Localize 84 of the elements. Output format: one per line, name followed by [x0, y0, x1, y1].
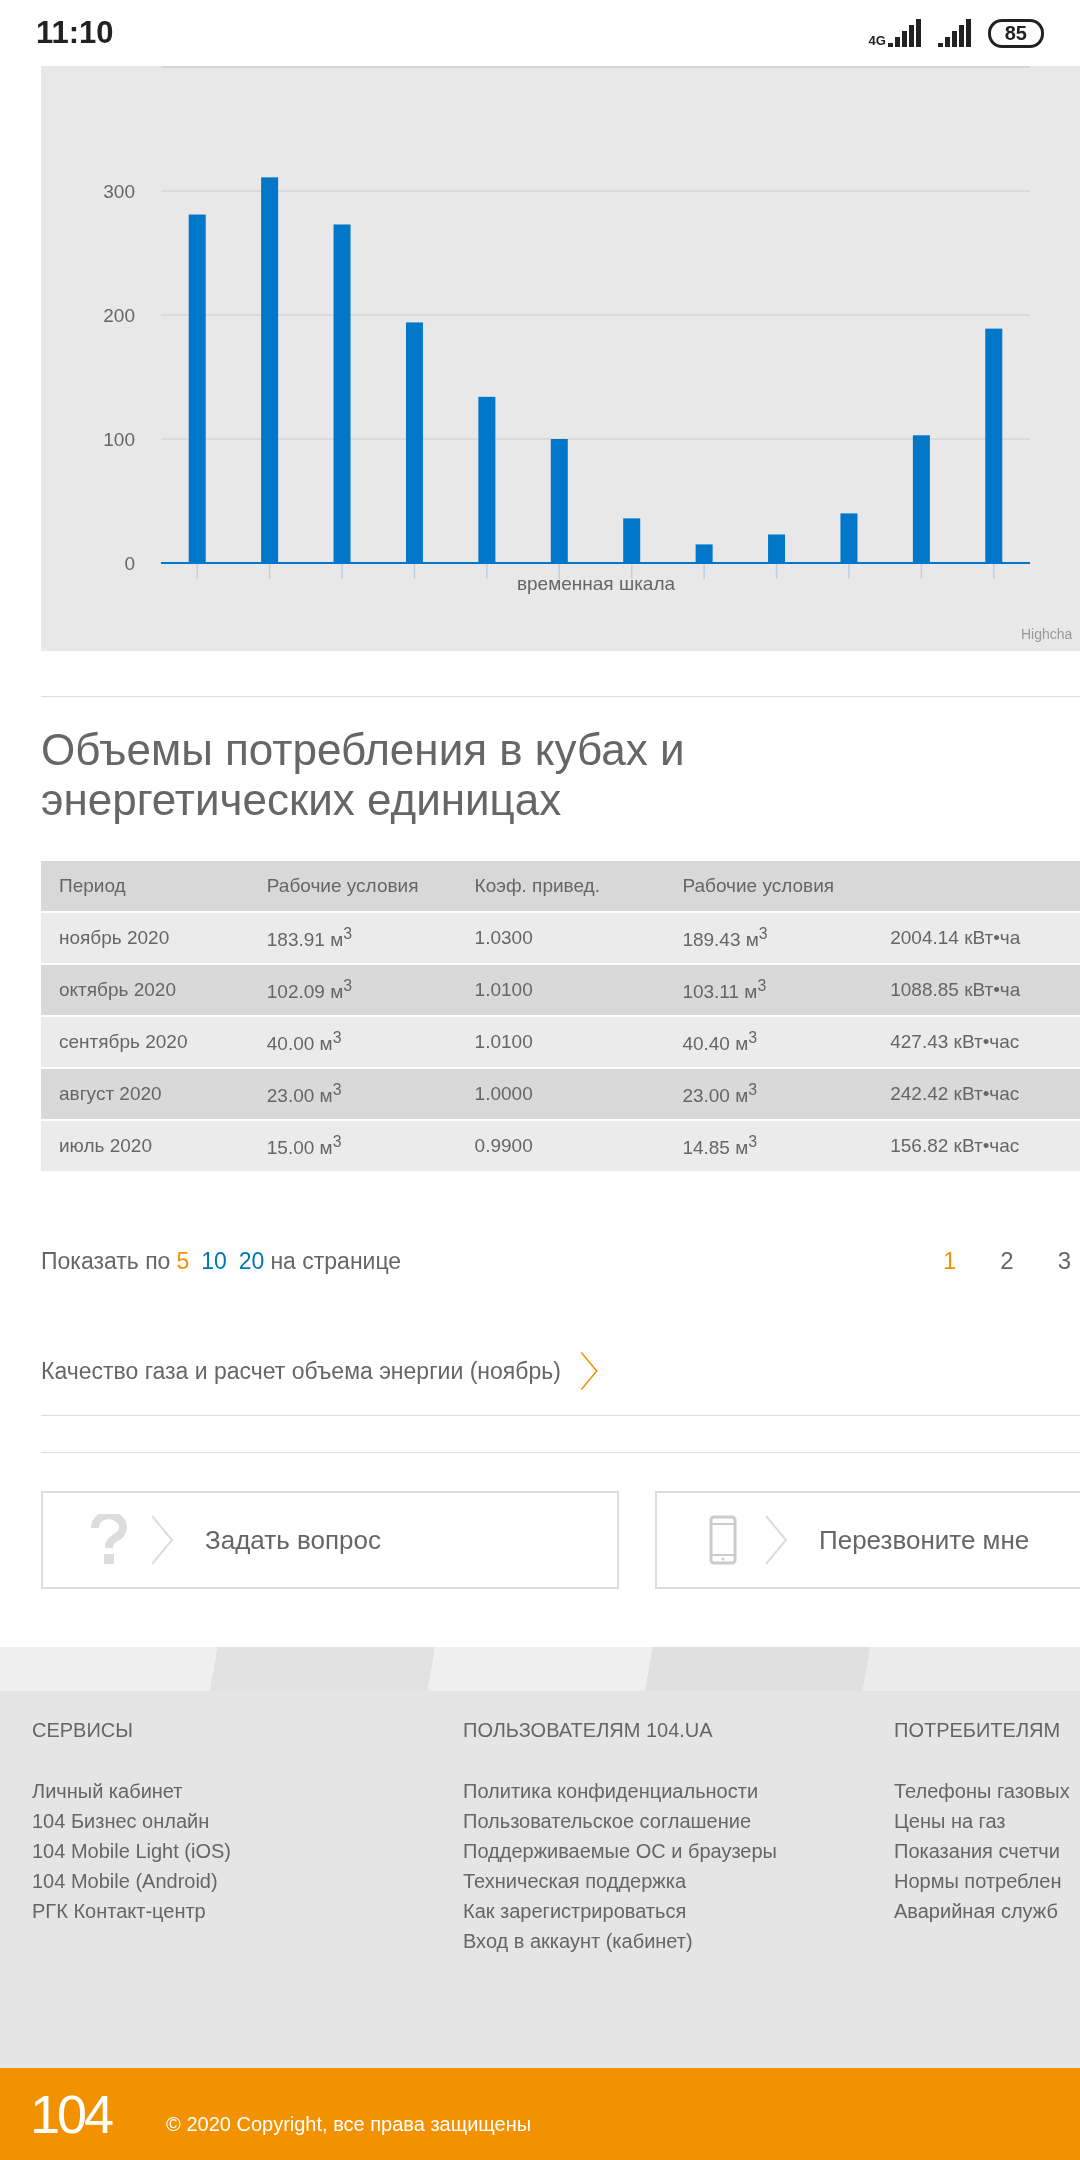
footer-link[interactable]: Цены на газ	[894, 1806, 1080, 1836]
footer-link[interactable]: Показания счетчи	[894, 1836, 1080, 1866]
table-cell: ноябрь 2020	[41, 912, 249, 964]
page-link[interactable]: 3	[1057, 1247, 1071, 1275]
table-cell: 1.0100	[456, 1016, 665, 1068]
table-cell: 23.00 м$^{3}$	[248, 1068, 457, 1120]
x-tick	[703, 562, 705, 580]
table-cell: июль 2020	[41, 1120, 249, 1171]
table-cell: 1.0100	[456, 964, 665, 1016]
table-cell: 40.00 м$^{3}$	[248, 1016, 457, 1068]
section-title: Объемы потребления в кубах и энергетических единицах	[41, 725, 686, 825]
question-mark-icon	[89, 1514, 129, 1566]
x-axis-title: временная шкала	[516, 573, 676, 594]
footer-link[interactable]: Вход в аккаунт (кабинет)	[463, 1926, 894, 1956]
table-cell: 1088.85 кВт•ча	[872, 964, 1080, 1016]
table-cell: 1.0000	[456, 1068, 665, 1120]
table-cell: 103.11 м$^{3}$	[664, 964, 873, 1016]
ask-question-button[interactable]: Задать вопрос	[41, 1491, 619, 1589]
footer-link[interactable]: Телефоны газовых	[894, 1776, 1080, 1806]
page-size-option[interactable]: 10	[201, 1247, 227, 1275]
smartphone-icon	[709, 1515, 737, 1565]
status-time: 11:10	[36, 15, 114, 51]
page-size-option[interactable]: 20	[238, 1247, 265, 1275]
table-cell: 23.00 м$^{3}$	[664, 1068, 873, 1120]
signal-icon	[937, 19, 974, 47]
footer-link[interactable]: Техническая поддержка	[463, 1866, 894, 1896]
table-cell: 242.42 кВт•час	[872, 1068, 1080, 1120]
site-logo[interactable]: 104	[30, 2083, 112, 2145]
bar	[768, 534, 786, 563]
page-link[interactable]: 2	[1000, 1247, 1014, 1275]
x-tick	[848, 562, 850, 580]
column-header: Рабочие условия	[248, 861, 457, 912]
table-cell: 1.0300	[456, 912, 665, 964]
footer-link[interactable]: Поддерживаемые ОС и браузеры	[463, 1836, 894, 1866]
footer-link[interactable]: Личный кабинет	[32, 1776, 463, 1806]
table-cell: 102.09 м$^{3}$	[248, 964, 457, 1016]
footer-link[interactable]: Нормы потреблен	[894, 1866, 1080, 1896]
column-header: Коэф. привед.	[456, 861, 665, 912]
table-cell: 2004.14 кВт•ча	[872, 912, 1080, 964]
gas-quality-link[interactable]: Качество газа и расчет объема энергии (ноябрь)	[41, 1341, 599, 1401]
footer-heading: ПОЛЬЗОВАТЕЛЯМ 104.UA	[463, 1719, 714, 1742]
page-link[interactable]: 1	[942, 1247, 957, 1275]
callback-button[interactable]: Перезвоните мне	[655, 1491, 1080, 1589]
battery-level: 85	[987, 18, 1044, 48]
table-cell: 40.40 м$^{3}$	[664, 1016, 873, 1068]
x-tick	[993, 562, 995, 580]
page-size-suffix: на странице	[270, 1247, 402, 1275]
footer-link[interactable]: Аварийная служб	[894, 1896, 1080, 1926]
x-tick	[341, 562, 343, 580]
footer-link[interactable]: 104 Бизнес онлайн	[32, 1806, 463, 1836]
y-tick-label: 0	[124, 553, 135, 574]
chart-credit[interactable]: Highcha	[1021, 626, 1073, 642]
column-header: Рабочие условия	[664, 861, 873, 912]
footer-link[interactable]: Пользовательское соглашение	[463, 1806, 894, 1836]
footer-heading: СЕРВИСЫ	[32, 1719, 134, 1742]
page-size-label: Показать по	[41, 1247, 171, 1275]
bar	[840, 513, 858, 563]
page-size-option[interactable]: 5	[176, 1247, 190, 1275]
x-tick	[486, 562, 488, 580]
footer-link[interactable]: Как зарегистрироваться	[463, 1896, 894, 1926]
table-cell: август 2020	[41, 1068, 249, 1120]
table-cell: 0.9900	[456, 1120, 665, 1171]
table-cell: октябрь 2020	[41, 964, 249, 1016]
table-cell: 14.85 м$^{3}$	[664, 1120, 873, 1171]
table-cell: 156.82 кВт•час	[872, 1120, 1080, 1171]
footer-link[interactable]: РГК Контакт-центр	[32, 1896, 463, 1926]
footer-link[interactable]: 104 Mobile Light (iOS)	[32, 1836, 463, 1866]
footer-heading: ПОТРЕБИТЕЛЯМ	[894, 1719, 1062, 1742]
footer-link[interactable]: Политика конфиденциальности	[463, 1776, 894, 1806]
y-tick-label: 100	[103, 429, 135, 450]
footer-link[interactable]: 104 Mobile (Android)	[32, 1866, 463, 1896]
column-header: Период	[41, 861, 249, 912]
table-cell: 189.43 м$^{3}$	[664, 912, 873, 964]
table-cell: 183.91 м$^{3}$	[248, 912, 457, 964]
y-tick-label: 200	[103, 305, 135, 326]
x-tick	[196, 562, 198, 580]
table-cell: 427.43 кВт•час	[872, 1016, 1080, 1068]
table-cell: 15.00 м$^{3}$	[248, 1120, 457, 1171]
bar	[623, 518, 641, 563]
signal-icon	[887, 19, 924, 47]
table-cell: сентябрь 2020	[41, 1016, 249, 1068]
y-tick-label: 300	[103, 181, 135, 202]
network-type: 4G	[868, 32, 886, 48]
copyright-text: © 2020 Copyright, все права защищены	[166, 2112, 532, 2136]
